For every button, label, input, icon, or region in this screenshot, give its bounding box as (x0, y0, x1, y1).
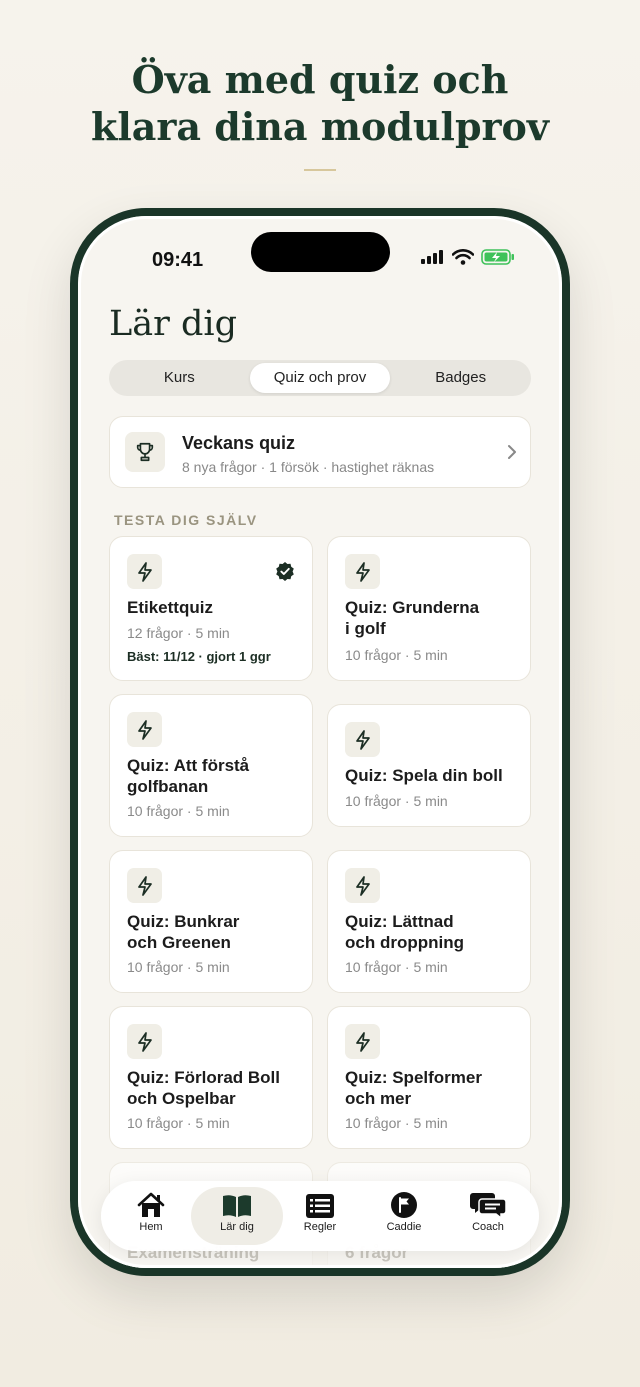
bottom-tab-bar: Hem Lär dig Regler Caddie Coach (101, 1181, 539, 1251)
tab-bar-label: Regler (303, 1221, 337, 1233)
weekly-quiz-subtitle: 8 nya frågor · 1 försök · hastighet räkn… (182, 459, 435, 475)
quiz-card-meta: 10 frågor · 5 min (127, 803, 230, 819)
phone-screen: 09:41 Lär dig Kurs Quiz och prov Badges … (78, 216, 562, 1268)
quiz-card-meta: 10 frågor · 5 min (127, 1115, 230, 1131)
lightning-icon (127, 868, 162, 903)
tab-bar-label: Coach (472, 1221, 504, 1233)
quiz-card-spelformer-och-mer[interactable]: Quiz: Spelformer och mer 10 frågor · 5 m… (327, 1006, 531, 1149)
quiz-card-title-line-2: och Greenen (127, 933, 231, 952)
phone-frame: 09:41 Lär dig Kurs Quiz och prov Badges … (70, 208, 570, 1276)
tab-bar-label: Hem (139, 1221, 163, 1233)
lightning-icon (345, 554, 380, 589)
tab-quiz-och-prov[interactable]: Quiz och prov (249, 363, 391, 393)
home-icon (137, 1192, 165, 1217)
quiz-card-title-line-2: golfbanan (127, 777, 209, 796)
headline-line-2: klara dina modulprov (91, 104, 549, 149)
quiz-card-title: Etikettquiz (127, 598, 213, 617)
dynamic-island (251, 232, 390, 272)
quiz-card-bunkrar-och-greenen[interactable]: Quiz: Bunkrar och Greenen 10 frågor · 5 … (109, 850, 313, 993)
verified-check-icon (276, 562, 294, 581)
quiz-card-title-line-2: och Ospelbar (127, 1089, 236, 1108)
quiz-card-title: Quiz: Lättnad (345, 912, 454, 931)
tab-bar-item-hem[interactable]: Hem (109, 1187, 193, 1245)
quiz-card-spela-din-boll[interactable]: Quiz: Spela din boll 10 frågor · 5 min (327, 704, 531, 827)
tab-kurs[interactable]: Kurs (109, 360, 250, 396)
segmented-control: Kurs Quiz och prov Badges (109, 360, 531, 396)
quiz-card-title: Quiz: Spela din boll (345, 766, 503, 785)
chat-bubbles-icon (470, 1193, 506, 1219)
tab-badges[interactable]: Badges (390, 360, 531, 396)
trophy-icon (125, 432, 165, 472)
quiz-card-meta: 12 frågor · 5 min (127, 625, 230, 641)
tab-bar-item-lar-dig[interactable]: Lär dig (191, 1187, 283, 1245)
status-time: 09:41 (152, 249, 204, 271)
quiz-card-meta: 10 frågor · 5 min (345, 793, 448, 809)
quiz-card-etikettquiz[interactable]: Etikettquiz 12 frågor · 5 min Bäst: 11/1… (109, 536, 313, 681)
quiz-card-meta: 10 frågor · 5 min (345, 959, 448, 975)
quiz-card-title: Quiz: Grunderna (345, 598, 480, 617)
rules-list-icon (306, 1194, 334, 1218)
battery-charging-icon (481, 249, 514, 265)
quiz-card-title: Quiz: Att förstå (127, 756, 250, 775)
tab-bar-item-coach[interactable]: Coach (446, 1187, 530, 1245)
quiz-card-best-score: Bäst: 11/12 · gjort 1 ggr (127, 649, 271, 664)
page-title: Lär dig (109, 304, 237, 344)
tab-bar-label: Lär dig (220, 1221, 254, 1233)
lightning-icon (127, 712, 162, 747)
weekly-quiz-card[interactable]: Veckans quiz 8 nya frågor · 1 försök · h… (109, 416, 531, 488)
tab-bar-item-caddie[interactable]: Caddie (362, 1187, 446, 1245)
quiz-card-grunderna-i-golf[interactable]: Quiz: Grunderna i golf 10 frågor · 5 min (327, 536, 531, 681)
lightning-icon (345, 1024, 380, 1059)
status-icons (421, 249, 515, 265)
quiz-card-meta: 10 frågor · 5 min (345, 647, 448, 663)
lightning-icon (127, 554, 162, 589)
tab-bar-item-regler[interactable]: Regler (278, 1187, 362, 1245)
lightning-icon (345, 868, 380, 903)
flag-icon (391, 1192, 417, 1218)
lightning-icon (127, 1024, 162, 1059)
quiz-card-forlorad-boll-och-ospelbar[interactable]: Quiz: Förlorad Boll och Ospelbar 10 fråg… (109, 1006, 313, 1149)
quiz-card-title: Quiz: Förlorad Boll (127, 1068, 280, 1087)
signal-icon (421, 250, 443, 264)
lightning-icon (345, 722, 380, 757)
weekly-quiz-title: Veckans quiz (182, 433, 296, 453)
section-label: TESTA DIG SJÄLV (114, 512, 258, 528)
quiz-card-title: Quiz: Spelformer (345, 1068, 482, 1087)
book-icon (223, 1195, 251, 1217)
headline: Öva med quiz och klara dina modulprov (0, 56, 640, 150)
quiz-card-lattnad-och-droppning[interactable]: Quiz: Lättnad och droppning 10 frågor · … (327, 850, 531, 993)
headline-line-1: Öva med quiz och (131, 57, 509, 102)
wifi-icon (452, 249, 474, 265)
quiz-card-title-line-2: och droppning (345, 933, 464, 952)
quiz-card-meta: 10 frågor · 5 min (345, 1115, 448, 1131)
quiz-card-meta: 10 frågor · 5 min (127, 959, 230, 975)
quiz-card-att-forsta-golfbanan[interactable]: Quiz: Att förstå golfbanan 10 frågor · 5… (109, 694, 313, 837)
quiz-card-title: Quiz: Bunkrar (127, 912, 240, 931)
chevron-right-icon (508, 445, 516, 459)
tab-bar-label: Caddie (386, 1221, 422, 1233)
headline-divider (304, 169, 336, 171)
quiz-card-title-line-2: i golf (345, 619, 386, 638)
quiz-card-title-line-2: och mer (345, 1089, 412, 1108)
